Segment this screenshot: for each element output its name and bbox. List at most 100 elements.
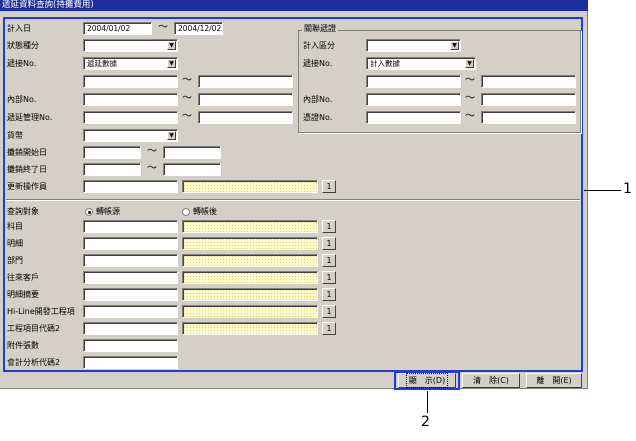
updater-label: 更新操作員 bbox=[7, 182, 47, 191]
related-slip-to-input[interactable] bbox=[481, 111, 576, 124]
transfer-no-label: 遞接No. bbox=[7, 59, 37, 68]
related-category-select[interactable]: ▼ bbox=[366, 39, 461, 52]
detail-name-field bbox=[182, 237, 318, 250]
chevron-down-icon[interactable]: ▼ bbox=[167, 41, 176, 50]
tilde: ～ bbox=[147, 146, 157, 157]
account-name-field bbox=[182, 220, 318, 233]
query-target-label: 查詢對象 bbox=[7, 207, 39, 216]
chevron-down-icon[interactable]: ▼ bbox=[465, 59, 474, 68]
updater-search-button[interactable]: 1 bbox=[322, 180, 336, 193]
acct-analysis-input[interactable] bbox=[83, 356, 178, 369]
callout-1-label: 1 bbox=[623, 181, 632, 197]
project-code-input[interactable] bbox=[83, 322, 178, 335]
project-search-button[interactable]: 1 bbox=[322, 322, 336, 335]
tilde: ～ bbox=[182, 75, 192, 86]
row-label: 往來客戶 bbox=[7, 273, 39, 282]
transfer-no-to-input[interactable] bbox=[198, 75, 293, 88]
updater-code-input[interactable] bbox=[83, 180, 178, 193]
attachment-count-input[interactable] bbox=[83, 339, 178, 352]
internal-no-label: 內部No. bbox=[7, 95, 37, 104]
status-label: 狀態種分 bbox=[7, 41, 39, 50]
clear-button[interactable]: 清 除(C) bbox=[462, 373, 520, 388]
related-internal-label: 內部No. bbox=[303, 95, 333, 104]
callout-line bbox=[427, 391, 428, 413]
amort-start-label: 攤銷開始日 bbox=[7, 148, 47, 157]
summary-code-input[interactable] bbox=[83, 288, 178, 301]
tilde: ～ bbox=[147, 163, 157, 174]
window-title: 遞延資料查詢(持攤費用) bbox=[0, 0, 588, 11]
detail-search-button[interactable]: 1 bbox=[322, 237, 336, 250]
related-slip-from-input[interactable] bbox=[366, 111, 461, 124]
radio-after-transfer[interactable] bbox=[182, 208, 190, 216]
radio-before-transfer[interactable] bbox=[85, 208, 93, 216]
mgmt-no-to-input[interactable] bbox=[198, 111, 293, 124]
tilde: ～ bbox=[465, 75, 475, 86]
account-code-input[interactable] bbox=[83, 220, 178, 233]
close-button[interactable]: 離 開(E) bbox=[526, 373, 582, 388]
customer-code-input[interactable] bbox=[83, 271, 178, 284]
customer-search-button[interactable]: 1 bbox=[322, 271, 336, 284]
callout-line bbox=[584, 190, 621, 191]
chevron-down-icon[interactable]: ▼ bbox=[450, 41, 459, 50]
related-category-label: 計入區分 bbox=[303, 41, 335, 50]
chevron-down-icon[interactable]: ▼ bbox=[167, 131, 176, 140]
radio-before-label: 轉帳源 bbox=[96, 207, 120, 216]
row-label: 科目 bbox=[7, 222, 23, 231]
related-transfer-select[interactable]: 計入數據 ▼ bbox=[366, 57, 476, 70]
project-name-field bbox=[182, 322, 318, 335]
related-transfer-to-input[interactable] bbox=[481, 75, 576, 88]
internal-no-to-input[interactable] bbox=[198, 93, 293, 106]
transfer-no-select[interactable]: 遞延數據 ▼ bbox=[83, 57, 178, 70]
hiline-code-input[interactable] bbox=[83, 305, 178, 318]
related-slip-label: 憑證No. bbox=[303, 113, 333, 122]
tilde: ～ bbox=[465, 111, 475, 122]
related-internal-to-input[interactable] bbox=[481, 93, 576, 106]
date-from-input[interactable]: 2004/01/02 bbox=[83, 22, 152, 35]
callout-2-label: 2 bbox=[421, 414, 430, 430]
date-label: 計入日 bbox=[7, 24, 31, 33]
row-label: 明細 bbox=[7, 239, 23, 248]
query-window: 計入日 2004/01/02 ～ 2004/12/02 狀態種分 ▼ 遞接No.… bbox=[0, 11, 588, 389]
detail-code-input[interactable] bbox=[83, 237, 178, 250]
date-to-input[interactable]: 2004/12/02 bbox=[174, 22, 223, 35]
related-group-title: 關聯遞證 bbox=[302, 24, 338, 34]
related-transfer-label: 遞接No. bbox=[303, 59, 333, 68]
chevron-down-icon[interactable]: ▼ bbox=[167, 59, 176, 68]
row-label: 明細摘要 bbox=[7, 290, 39, 299]
dept-code-input[interactable] bbox=[83, 254, 178, 267]
mgmt-no-from-input[interactable] bbox=[83, 111, 178, 124]
row-label: Hi-Line開發工程項 bbox=[7, 307, 75, 316]
status-select[interactable]: ▼ bbox=[83, 39, 178, 52]
dept-name-field bbox=[182, 254, 318, 267]
tilde: ～ bbox=[465, 93, 475, 104]
currency-label: 貨幣 bbox=[7, 131, 23, 140]
currency-select[interactable]: ▼ bbox=[83, 129, 178, 142]
attachment-count-label: 附件張數 bbox=[7, 341, 39, 350]
updater-name-field bbox=[182, 180, 318, 193]
tilde: ～ bbox=[182, 111, 192, 122]
dept-search-button[interactable]: 1 bbox=[322, 254, 336, 267]
amort-start-from-input[interactable] bbox=[83, 146, 141, 159]
summary-search-button[interactable]: 1 bbox=[322, 288, 336, 301]
hiline-name-field bbox=[182, 305, 318, 318]
query-form-panel: 計入日 2004/01/02 ～ 2004/12/02 狀態種分 ▼ 遞接No.… bbox=[3, 17, 583, 372]
amort-end-to-input[interactable] bbox=[163, 163, 221, 176]
radio-after-label: 轉帳後 bbox=[193, 207, 217, 216]
amort-start-to-input[interactable] bbox=[163, 146, 221, 159]
internal-no-from-input[interactable] bbox=[83, 93, 178, 106]
amort-end-label: 攤銷終了日 bbox=[7, 165, 47, 174]
mgmt-no-label: 遞延管理No. bbox=[7, 113, 53, 122]
hiline-search-button[interactable]: 1 bbox=[322, 305, 336, 318]
related-transfer-from-input[interactable] bbox=[366, 75, 461, 88]
tilde: ～ bbox=[158, 22, 168, 33]
transfer-no-from-input[interactable] bbox=[83, 75, 178, 88]
related-internal-from-input[interactable] bbox=[366, 93, 461, 106]
summary-name-field bbox=[182, 288, 318, 301]
display-button-highlight bbox=[394, 371, 460, 390]
row-label: 部門 bbox=[7, 256, 23, 265]
divider bbox=[6, 199, 580, 201]
amort-end-from-input[interactable] bbox=[83, 163, 141, 176]
tilde: ～ bbox=[182, 93, 192, 104]
account-search-button[interactable]: 1 bbox=[322, 220, 336, 233]
row-label: 工程項目代碼2 bbox=[7, 324, 61, 333]
